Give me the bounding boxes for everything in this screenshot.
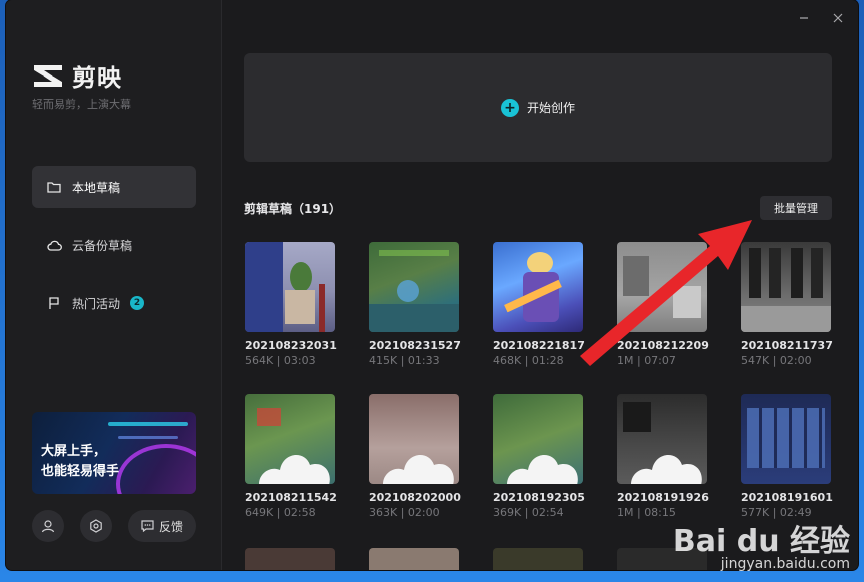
sidebar-item-local-drafts[interactable]: 本地草稿 [32, 166, 196, 208]
draft-thumbnail [369, 242, 459, 332]
draft-card[interactable]: 202108202000 363K | 02:00 [369, 394, 461, 519]
feedback-button[interactable]: 反馈 [128, 510, 196, 542]
draft-card[interactable]: 202108191601 577K | 02:49 [741, 394, 833, 519]
sidebar-item-label: 热门活动 [72, 296, 121, 311]
baidu-watermark: Bai du 经验 jingyan.baidu.com [673, 516, 850, 572]
app-name: 剪映 [72, 64, 122, 92]
draft-name: 202108211542 [245, 491, 337, 504]
draft-name: 202108221817 [493, 339, 585, 352]
draft-thumbnail [369, 394, 459, 484]
draft-thumbnail [617, 242, 707, 332]
close-button[interactable] [830, 10, 846, 26]
flag-icon [46, 295, 62, 311]
draft-thumbnail [245, 242, 335, 332]
sidebar-item-cloud-drafts[interactable]: 云备份草稿 [32, 224, 196, 266]
watermark-brand: Bai du 经验 [672, 524, 850, 559]
promo-line-1: 大屏上手， [41, 444, 107, 459]
settings-icon [90, 519, 102, 533]
plus-icon: + [500, 98, 519, 117]
draft-name: 202108231527 [369, 339, 461, 352]
settings-button[interactable] [80, 510, 112, 542]
promo-text: 大屏上手， 也能轻易得手 [41, 442, 119, 482]
draft-name: 202108232031 [245, 339, 337, 352]
draft-meta: 1M | 07:07 [617, 354, 676, 367]
draft-card[interactable]: 202108221817 468K | 01:28 [493, 242, 585, 367]
draft-card[interactable]: 202108211542 649K | 02:58 [245, 394, 337, 519]
watermark-cloud [259, 455, 330, 484]
draft-card[interactable]: 202108212209 1M | 07:07 [617, 242, 709, 367]
draft-card[interactable]: 202108231527 415K | 01:33 [369, 242, 461, 367]
draft-thumbnail-partial[interactable] [493, 548, 583, 570]
draft-name: 202108191926 [617, 491, 709, 504]
feedback-label: 反馈 [158, 519, 183, 534]
start-creating-label: 开始创作 [526, 101, 575, 115]
draft-thumbnail [493, 394, 583, 484]
notification-badge: 2 [130, 296, 145, 310]
sidebar-bottom-bar: 反馈 [32, 510, 202, 542]
draft-meta: 468K | 01:28 [493, 354, 564, 367]
drafts-section-title: 剪辑草稿（191） [244, 202, 342, 216]
watermark-cloud [383, 455, 454, 484]
sidebar-nav: 本地草稿 云备份草稿 热门活动 2 [32, 166, 196, 340]
draft-meta: 547K | 02:00 [741, 354, 812, 367]
app-window: 剪映 轻而易剪，上演大幕 本地草稿 云备份草稿 热门活动 2 大屏上手， 也能轻… [6, 0, 858, 570]
promo-decoration [108, 422, 188, 426]
watermark-cloud [631, 455, 702, 484]
app-slogan: 轻而易剪，上演大幕 [32, 98, 131, 111]
draft-card[interactable]: 202108191926 1M | 08:15 [617, 394, 709, 519]
draft-thumbnail-partial[interactable] [245, 548, 335, 570]
user-icon [41, 520, 55, 533]
draft-meta: 564K | 03:03 [245, 354, 316, 367]
draft-thumbnail [493, 242, 583, 332]
draft-card[interactable]: 202108232031 564K | 03:03 [245, 242, 337, 367]
promo-line-2: 也能轻易得手 [41, 464, 120, 479]
promo-decoration [118, 436, 178, 439]
folder-icon [46, 179, 62, 195]
start-creating-button[interactable]: + 开始创作 [244, 53, 832, 162]
draft-thumbnail [245, 394, 335, 484]
sidebar-item-label: 本地草稿 [72, 180, 121, 195]
promo-banner[interactable]: 大屏上手， 也能轻易得手 [32, 412, 196, 494]
draft-name: 202108191601 [741, 491, 833, 504]
draft-name: 202108212209 [617, 339, 709, 352]
draft-thumbnail [741, 242, 831, 332]
draft-name: 202108192305 [493, 491, 585, 504]
draft-thumbnail-partial[interactable] [369, 548, 459, 570]
sidebar: 剪映 轻而易剪，上演大幕 本地草稿 云备份草稿 热门活动 2 大屏上手， 也能轻… [6, 0, 222, 570]
draft-name: 202108202000 [369, 491, 461, 504]
batch-manage-button[interactable]: 批量管理 [760, 196, 832, 220]
draft-meta: 415K | 01:33 [369, 354, 440, 367]
draft-meta: 649K | 02:58 [245, 506, 316, 519]
draft-card[interactable]: 202108211737 547K | 02:00 [741, 242, 833, 367]
draft-meta: 363K | 02:00 [369, 506, 440, 519]
draft-card[interactable]: 202108192305 369K | 02:54 [493, 394, 585, 519]
close-icon [833, 13, 843, 23]
capcut-logo-icon [34, 64, 62, 87]
promo-decoration [116, 444, 196, 494]
sidebar-item-hot-events[interactable]: 热门活动 2 [32, 282, 196, 324]
draft-thumbnail [617, 394, 707, 484]
user-button[interactable] [32, 510, 64, 542]
draft-thumbnail [741, 394, 831, 484]
minimize-button[interactable] [796, 10, 812, 26]
watermark-cloud [507, 455, 578, 484]
minimize-icon [800, 17, 808, 19]
app-logo: 剪映 [32, 58, 122, 93]
draft-name: 202108211737 [741, 339, 833, 352]
feedback-icon [141, 520, 154, 532]
draft-meta: 369K | 02:54 [493, 506, 564, 519]
sidebar-item-label: 云备份草稿 [72, 238, 133, 253]
cloud-icon [46, 237, 62, 253]
